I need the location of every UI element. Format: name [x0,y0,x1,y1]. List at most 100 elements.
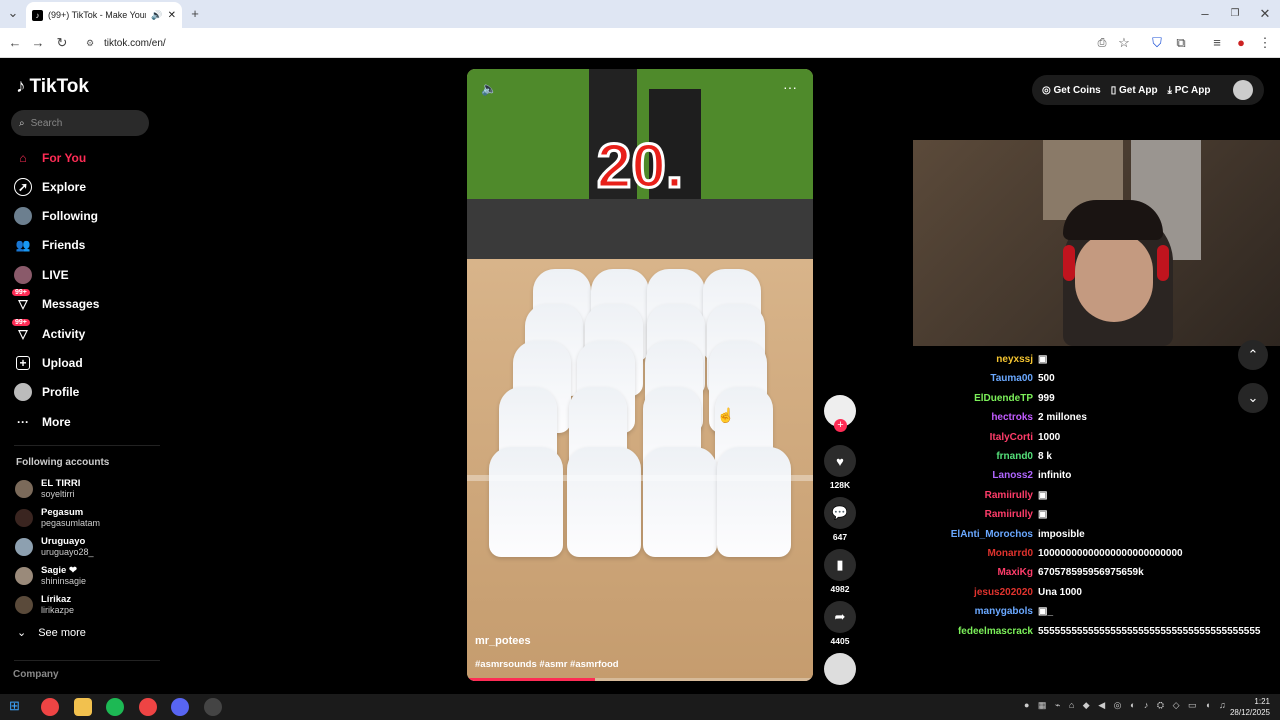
video-progress-bar[interactable] [467,678,813,681]
restore-icon[interactable]: ❐ [1226,0,1244,28]
account-handle: soyeltirri [41,489,75,499]
bookmark-star-icon[interactable]: ☆ [1115,28,1133,58]
chat-text: infinito [1038,470,1072,482]
home-icon: ⌂ [19,151,27,165]
notification-badge: 99+ [12,289,30,296]
chat-message: Tauma00 500 [913,373,1280,389]
nav-for-you[interactable]: ⌂ For You [14,147,86,169]
reload-icon[interactable]: ↻ [53,28,71,58]
account-name: EL TIRRI [41,478,81,489]
nav-activity[interactable]: ▽ 99+ Activity [12,319,86,345]
chat-message: jesus202020 Una 1000 [913,587,1280,603]
get-coins-button[interactable]: ◎ Get Coins [1042,85,1101,96]
site-info-icon[interactable]: ⚙ [86,38,94,49]
windows-start-icon[interactable]: ⊞ [9,698,20,714]
obs-icon[interactable] [204,698,222,716]
chat-username: hectroks [991,412,1033,424]
video-author[interactable]: mr_potees [475,635,531,647]
discord-icon[interactable] [171,698,189,716]
pc-app-button[interactable]: ⤓ PC App [1168,85,1211,96]
media-control-icon[interactable]: ≡ [1208,28,1226,58]
chat-text: 10000000000000000000000000 [1038,548,1183,559]
chat-text: 1000 [1038,431,1061,443]
chat-message: manygabols ▣_ [913,606,1280,622]
file-explorer-icon[interactable] [74,698,92,716]
video-hashtags[interactable]: #asmrsounds #asmr #asmrfood [475,659,619,670]
chat-text: 999 [1038,392,1055,404]
like-button[interactable]: ♥ 128K [824,445,856,490]
account-item[interactable]: Pegasum pegasumlatam [15,507,100,529]
account-name: Sagie ❤ [41,565,77,576]
nav-more[interactable]: ··· More [14,411,71,433]
avatar-icon [14,266,32,284]
chat-message: MaxiKg 670578595956975659k [913,567,1280,583]
account-item[interactable]: Uruguayo uruguayo28_ [15,536,94,558]
account-item[interactable]: Sagie ❤ shininsagie [15,565,86,587]
account-item[interactable]: Lírikaz lirikazpe [15,594,74,616]
chat-message: ElDuendeTP 999 [913,393,1280,409]
video-glass-edge [467,475,813,481]
account-item[interactable]: EL TIRRI soyeltirri [15,478,80,500]
search-input[interactable]: ⌕ Search [11,110,149,136]
tiktok-logo[interactable]: ♪ TikTok [16,76,89,98]
divider [14,445,160,446]
spotify-icon[interactable] [106,698,124,716]
avatar [15,538,33,556]
chrome-icon[interactable] [139,698,157,716]
chat-username: jesus202020 [974,586,1033,598]
close-window-icon[interactable]: ✕ [1256,0,1274,28]
nav-friends[interactable]: 👥 Friends [14,234,86,256]
back-icon[interactable]: ← [6,28,24,58]
chevron-down-icon[interactable]: ⌄ [1238,383,1268,413]
user-avatar[interactable] [1232,80,1253,100]
install-icon[interactable]: ⎙ [1093,28,1111,58]
chat-message: frnand0 8 k [913,451,1280,467]
system-clock[interactable]: 1:21 28/12/2025 [1230,696,1270,718]
comment-button[interactable]: 💬 647 [824,497,856,542]
comment-count: 647 [832,532,848,542]
nav-messages[interactable]: ▽ 99+ Messages [12,289,99,315]
nav-profile[interactable]: Profile [14,381,79,403]
share-icon: ➦ [824,601,856,633]
see-more-button[interactable]: ⌄ See more [17,626,86,640]
video-player[interactable]: 20. 🔈 ··· mr_potees #asmrsounds #asmr #a… [467,69,813,681]
share-button[interactable]: ➦ 4405 [824,601,856,646]
more-options-icon[interactable]: ··· [783,79,797,95]
nav-explore[interactable]: ➚ Explore [14,176,86,198]
get-coins-label: Get Coins [1053,84,1101,96]
extension-shield-icon[interactable]: ⛉ [1148,28,1166,58]
chat-username: ItalyCorti [989,431,1033,443]
chat-username: ElAnti_Morochos [950,528,1033,540]
chevron-down-icon: ⌄ [17,627,27,639]
close-tab-icon[interactable]: ✕ [168,10,176,21]
menu-kebab-icon[interactable]: ⋮ [1256,28,1274,58]
chrome-icon[interactable] [41,698,59,716]
speaker-icon[interactable]: 🔊 [151,10,162,21]
nav-label: Following [42,209,98,223]
nav-following[interactable]: Following [14,205,98,227]
nav-live[interactable]: LIVE [14,264,69,286]
get-app-button[interactable]: ▯ Get App [1111,85,1158,96]
nav-label: More [42,415,71,429]
system-tray-icons[interactable]: ● ▦ ⌁ ⌂ ◆ ◀ ◎ ◐ ♪ ⛭ ◇ ▭ ◖ ♫ [1024,700,1229,711]
chevron-up-icon[interactable]: ⌃ [1238,340,1268,370]
extensions-icon[interactable]: ⧉ [1172,28,1190,58]
forward-icon[interactable]: → [29,28,47,58]
volume-icon[interactable]: 🔈 [481,81,497,97]
account-name: Uruguayo [41,536,86,547]
new-tab-icon[interactable]: + [186,0,204,28]
sound-disc-button[interactable] [824,653,856,685]
more-icon: ··· [17,415,29,429]
save-button[interactable]: ▮ 4982 [824,549,856,594]
like-count: 128K [829,480,851,490]
follow-plus-icon[interactable]: + [834,419,847,432]
tab-search-icon[interactable]: ⌄ [4,0,22,27]
creator-avatar-button[interactable]: + [824,395,856,432]
address-bar[interactable]: ⚙ tiktok.com/en/ [80,32,1140,54]
profile-avatar-icon[interactable]: ● [1232,28,1250,58]
browser-tab[interactable]: ♪ (99+) TikTok - Make Your Day 🔊 ✕ [26,2,182,28]
minimize-icon[interactable]: – [1196,0,1214,28]
nav-upload[interactable]: + Upload [14,352,83,374]
company-link[interactable]: Company [13,669,59,680]
nav-label: Activity [42,327,86,341]
